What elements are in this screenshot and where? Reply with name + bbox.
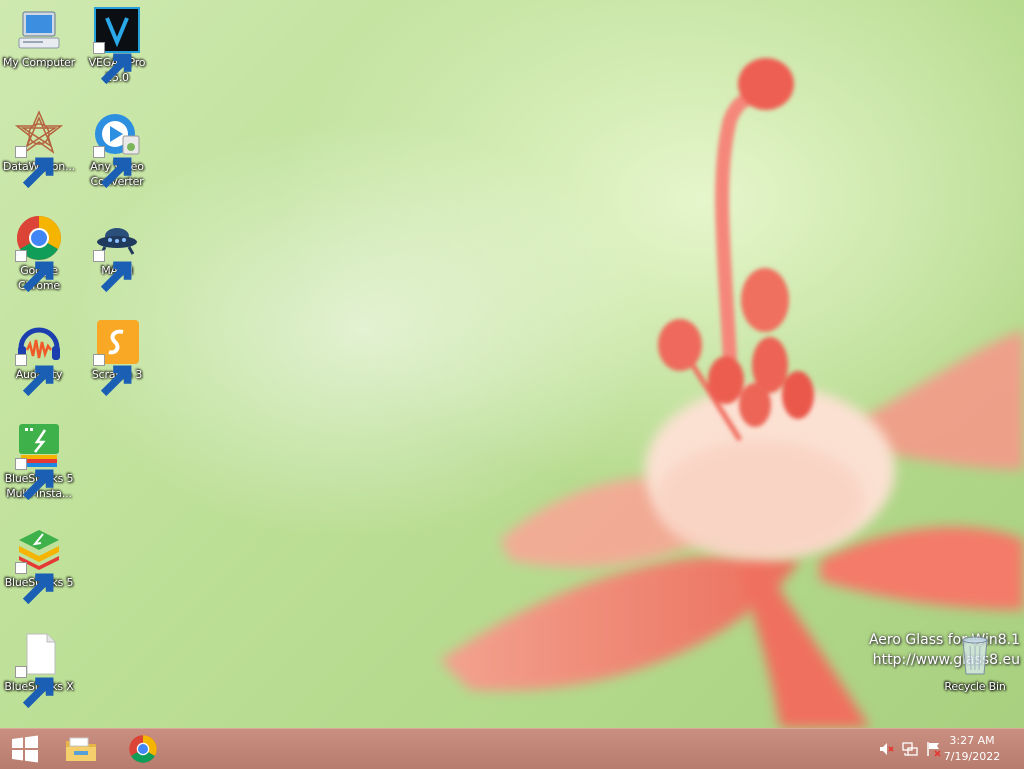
datawagon-icon: [15, 110, 63, 189]
icon-label: My Computer: [3, 56, 75, 69]
taskbar-google-chrome[interactable]: [118, 729, 168, 769]
any-video-converter-icon: [93, 110, 141, 189]
bluestacks-multi-icon: [15, 422, 63, 501]
bluestacks-icon: [15, 526, 63, 605]
desktop-icon-my-computer[interactable]: My Computer: [0, 6, 78, 70]
desktop-icon-any-video-converter[interactable]: Any Video Converter: [78, 110, 156, 189]
desktop-icon-bluestacks-x[interactable]: BlueStacks X: [0, 630, 78, 709]
taskbar-file-explorer[interactable]: [56, 729, 106, 769]
shortcut-arrow-icon: [93, 42, 132, 85]
speaker-muted-icon[interactable]: [878, 741, 894, 757]
mash-icon: [93, 214, 141, 293]
scratch-icon: [93, 318, 141, 397]
clock-date: 7/19/2022: [943, 750, 1001, 763]
network-icon[interactable]: [902, 741, 918, 757]
shortcut-arrow-icon: [15, 146, 54, 189]
shortcut-arrow-icon: [93, 146, 132, 189]
desktop[interactable]: My Computer VEGAS Pro 15.0 DataWagon... …: [0, 0, 1024, 728]
desktop-icon-bluestacks[interactable]: BlueStacks 5: [0, 526, 78, 605]
shortcut-arrow-icon: [15, 666, 54, 709]
clock-time: 3:27 AM: [949, 734, 995, 747]
vegas-pro-icon: [93, 6, 141, 85]
chrome-icon: [15, 214, 63, 293]
taskbar: 3:27 AM 7/19/2022: [0, 728, 1024, 769]
icon-label: Recycle Bin: [944, 680, 1006, 693]
desktop-icon-vegas-pro[interactable]: VEGAS Pro 15.0: [78, 6, 156, 85]
action-center-flag-icon[interactable]: [926, 741, 942, 757]
shortcut-arrow-icon: [15, 354, 54, 397]
file-icon: [15, 630, 63, 709]
folder-icon: [66, 737, 96, 761]
clock[interactable]: 3:27 AM 7/19/2022: [942, 733, 1002, 765]
desktop-icon-audacity[interactable]: Audacity: [0, 318, 78, 397]
shortcut-arrow-icon: [15, 562, 54, 605]
shortcut-arrow-icon: [93, 354, 132, 397]
shortcut-arrow-icon: [93, 250, 132, 293]
computer-icon: [15, 6, 63, 54]
system-tray: 3:27 AM 7/19/2022: [864, 729, 1024, 769]
audacity-icon: [15, 318, 63, 397]
desktop-icon-scratch[interactable]: Scratch 3: [78, 318, 156, 397]
start-button[interactable]: [0, 729, 50, 769]
chrome-icon: [129, 735, 157, 763]
desktop-icon-recycle-bin[interactable]: Recycle Bin: [936, 630, 1014, 694]
desktop-icon-google-chrome[interactable]: Google Chrome: [0, 214, 78, 293]
desktop-icon-datawagon[interactable]: DataWagon...: [0, 110, 78, 189]
shortcut-arrow-icon: [15, 250, 54, 293]
recycle-bin-icon: [951, 630, 999, 678]
shortcut-arrow-icon: [15, 458, 54, 501]
desktop-icon-mash[interactable]: MASH: [78, 214, 156, 293]
desktop-icon-bluestacks-multi-instance[interactable]: BlueStacks 5 Multi-Insta...: [0, 422, 78, 501]
windows-logo-icon: [12, 735, 38, 763]
